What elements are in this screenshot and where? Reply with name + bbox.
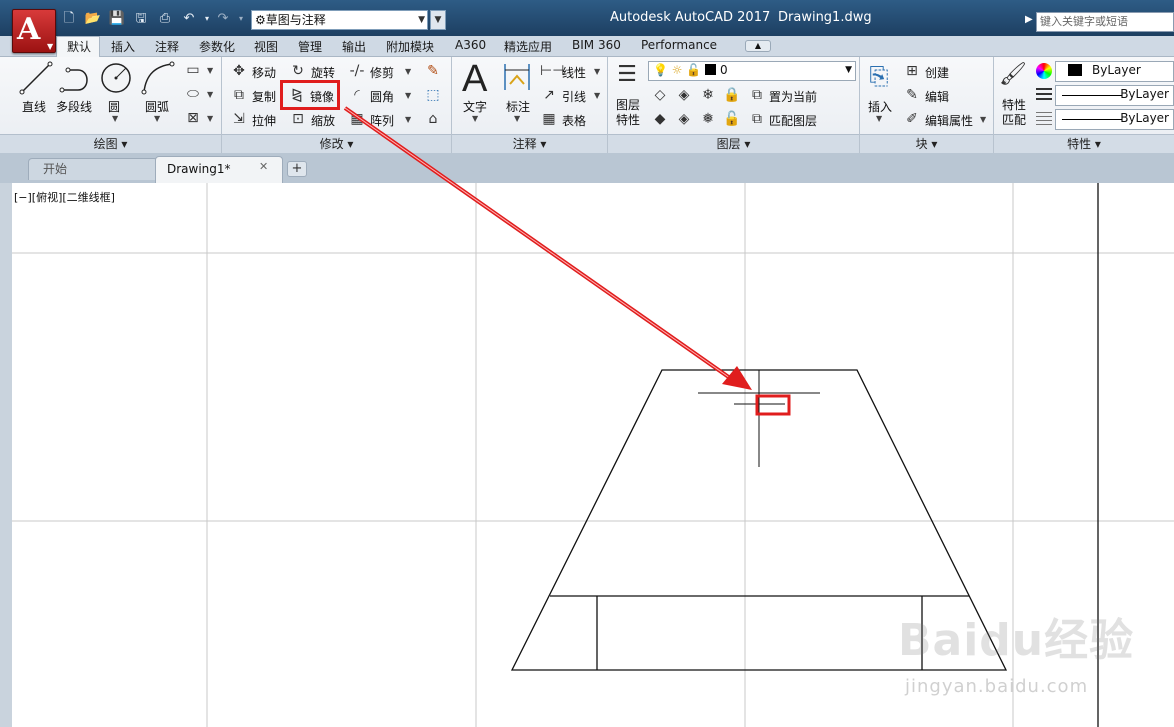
viewport-controls[interactable]: [−][俯视][二维线框] [14, 189, 115, 205]
chevron-down-icon: ▼ [47, 41, 54, 51]
application-menu-button[interactable]: A ▼ [12, 9, 56, 53]
logo-letter: A [17, 12, 41, 47]
watermark-subtext: jingyan.baidu.com [905, 676, 1089, 697]
watermark-text: Baidu经验 [898, 615, 1135, 666]
cursor-highlight-box [755, 394, 791, 416]
annotation-arrow-highlight [344, 107, 731, 379]
crosshair-cursor [698, 370, 820, 467]
